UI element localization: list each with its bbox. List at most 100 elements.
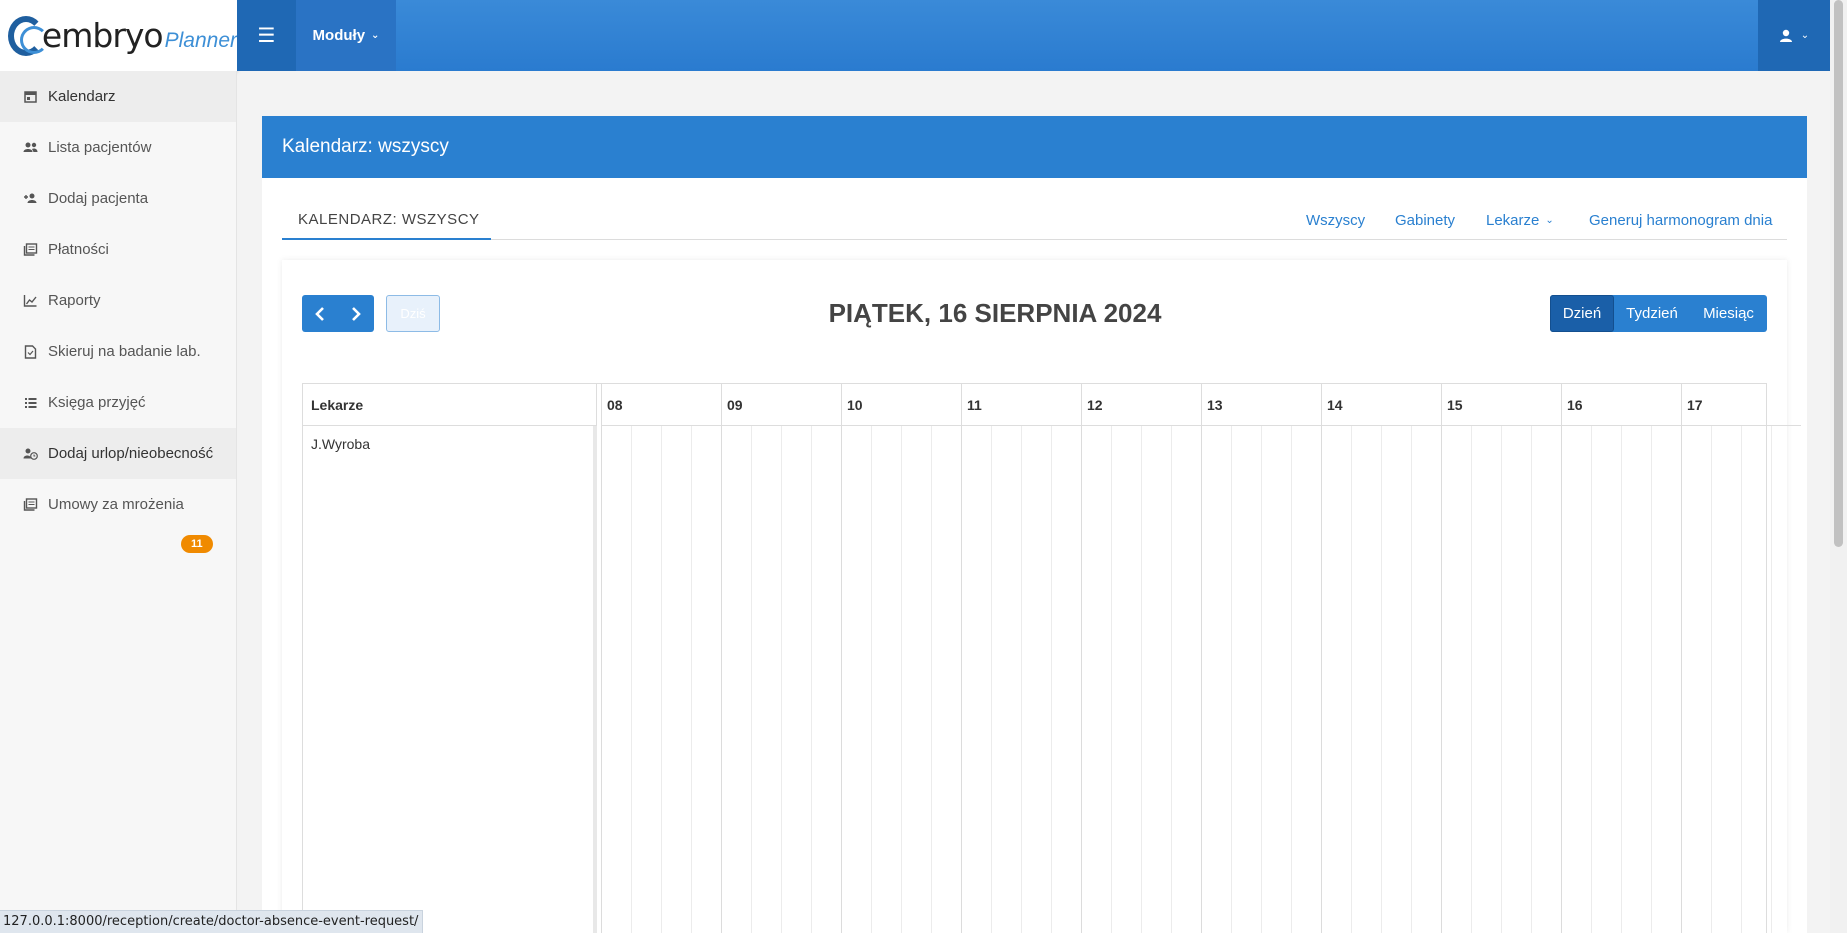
time-slot-line [661, 426, 662, 933]
list-icon [25, 397, 37, 408]
scrollbar-thumb[interactable] [1834, 0, 1843, 547]
sidebar: Kalendarz Lista pacjentów Dodaj pacjenta… [0, 71, 237, 933]
logo[interactable]: embryo Planner [0, 0, 237, 71]
time-slot-line [1741, 426, 1742, 933]
time-slot-line [1171, 426, 1172, 933]
time-slot-line [1711, 426, 1712, 933]
hour-header: 14 [1321, 384, 1441, 426]
tab-link-wszyscy[interactable]: Wszyscy [1306, 200, 1365, 240]
sidebar-item-lista-pacjentow[interactable]: Lista pacjentów [0, 122, 236, 173]
time-slot-line [961, 426, 962, 933]
time-slot-line [1261, 426, 1262, 933]
time-slot-line [1201, 426, 1202, 933]
time-slot-line [1561, 426, 1562, 933]
time-slot-line [1381, 426, 1382, 933]
chevron-down-icon: ⌄ [371, 30, 380, 41]
time-slot-line [631, 426, 632, 933]
sidebar-item-label: Księga przyjęć [48, 394, 146, 411]
generate-schedule-link[interactable]: Generuj harmonogram dnia [1589, 200, 1772, 240]
sidebar-item-ksiega-przyjec[interactable]: Księga przyjęć [0, 377, 236, 428]
time-slot-line [901, 426, 902, 933]
sidebar-item-dodaj-urlop[interactable]: Dodaj urlop/nieobecność [0, 428, 236, 479]
logo-text: embryo [41, 16, 164, 55]
time-slot-line [1621, 426, 1622, 933]
time-slot-line [781, 426, 782, 933]
time-slot-line [1411, 426, 1412, 933]
user-icon [1779, 29, 1792, 42]
calendar-date-title: PIĄTEK, 16 SIERPNIA 2024 [828, 298, 1162, 328]
sidebar-item-label: Dodaj pacjenta [48, 190, 149, 207]
sidebar-item-label: Skieruj na badanie lab. [48, 343, 201, 360]
time-slot-line [841, 426, 842, 933]
time-slot-line [1651, 426, 1652, 933]
sidebar-item-kalendarz[interactable]: Kalendarz [0, 71, 236, 122]
sidebar-item-label: Raporty [48, 292, 101, 309]
umowy-count-badge: 11 [181, 535, 213, 553]
user-menu-button[interactable]: ⌄ [1758, 0, 1830, 71]
time-slots-area[interactable]: 08 09 10 11 12 13 14 15 16 17 [601, 384, 1801, 933]
chevron-left-icon [315, 306, 324, 321]
user-plus-icon [24, 193, 37, 203]
hour-header: 09 [721, 384, 841, 426]
time-slot-line [1111, 426, 1112, 933]
hour-header: 12 [1081, 384, 1201, 426]
lekarze-label: Lekarze [1486, 211, 1540, 229]
sidebar-item-dodaj-pacjenta[interactable]: Dodaj pacjenta [0, 173, 236, 224]
lekarze-dropdown[interactable]: Lekarze ⌄ [1486, 200, 1554, 240]
hour-header: 11 [961, 384, 1081, 426]
view-switcher: Dzień Tydzień Miesiąc [1550, 295, 1767, 332]
sidebar-item-raporty[interactable]: Raporty [0, 275, 236, 326]
view-day-button[interactable]: Dzień [1550, 295, 1614, 332]
time-slot-line [1681, 426, 1682, 933]
today-button[interactable]: Dziś [386, 295, 440, 332]
prev-button[interactable] [302, 295, 338, 332]
resource-column: J.Wyroba [303, 426, 597, 933]
time-slot-line [1591, 426, 1592, 933]
time-slot-line [811, 426, 812, 933]
menu-toggle-button[interactable]: ☰ [237, 0, 296, 71]
modules-dropdown[interactable]: Moduły ⌄ [296, 0, 396, 71]
time-slot-line [1081, 426, 1082, 933]
modules-label: Moduły [312, 27, 366, 44]
page-title: Kalendarz: wszyscy [262, 116, 1807, 178]
sidebar-item-label: Kalendarz [48, 88, 116, 105]
view-week-button[interactable]: Tydzień [1614, 295, 1690, 332]
sidebar-item-skieruj-na-badanie[interactable]: Skieruj na badanie lab. [0, 326, 236, 377]
time-slot-line [931, 426, 932, 933]
hour-header: 13 [1201, 384, 1321, 426]
time-slot-line [721, 426, 722, 933]
sidebar-item-label: Lista pacjentów [48, 139, 152, 156]
calendar-icon [24, 91, 37, 103]
hour-header: 16 [1561, 384, 1681, 426]
time-slot-line [1321, 426, 1322, 933]
view-month-button[interactable]: Miesiąc [1690, 295, 1767, 332]
timeline-grid: Lekarze J.Wyroba 08 09 10 11 12 13 14 15 16 17 [302, 383, 1801, 933]
time-slot-line [1351, 426, 1352, 933]
hour-header: 10 [841, 384, 961, 426]
time-slot-line [1051, 426, 1052, 933]
time-slot-line [1501, 426, 1502, 933]
hour-header: 08 [601, 384, 721, 426]
time-slot-line [1471, 426, 1472, 933]
time-slot-line [1231, 426, 1232, 933]
next-button[interactable] [338, 295, 374, 332]
sidebar-item-label: Płatności [48, 241, 109, 258]
tab-kalendarz-wszyscy[interactable]: KALENDARZ: WSZYSCY [282, 200, 491, 240]
time-slot-line [1441, 426, 1442, 933]
resource-row-label: J.Wyroba [311, 436, 371, 452]
time-slot-line [991, 426, 992, 933]
time-slot-line [601, 426, 602, 933]
time-slot-line [1531, 426, 1532, 933]
resource-column-header: Lekarze [303, 384, 597, 426]
sidebar-item-umowy-za-mrozenia[interactable]: Umowy za mrożenia [0, 479, 236, 530]
tab-link-gabinety[interactable]: Gabinety [1395, 200, 1455, 240]
time-slot-line [751, 426, 752, 933]
hour-header: 15 [1441, 384, 1561, 426]
time-slot-line [1021, 426, 1022, 933]
hamburger-icon: ☰ [257, 25, 276, 47]
time-slot-line [1141, 426, 1142, 933]
chart-icon [23, 295, 37, 307]
calendar-tabs: KALENDARZ: WSZYSCY Wszyscy Gabinety Leka… [282, 200, 1787, 240]
sidebar-item-platnosci[interactable]: Płatności [0, 224, 236, 275]
logo-subtext: Planner [164, 28, 237, 52]
